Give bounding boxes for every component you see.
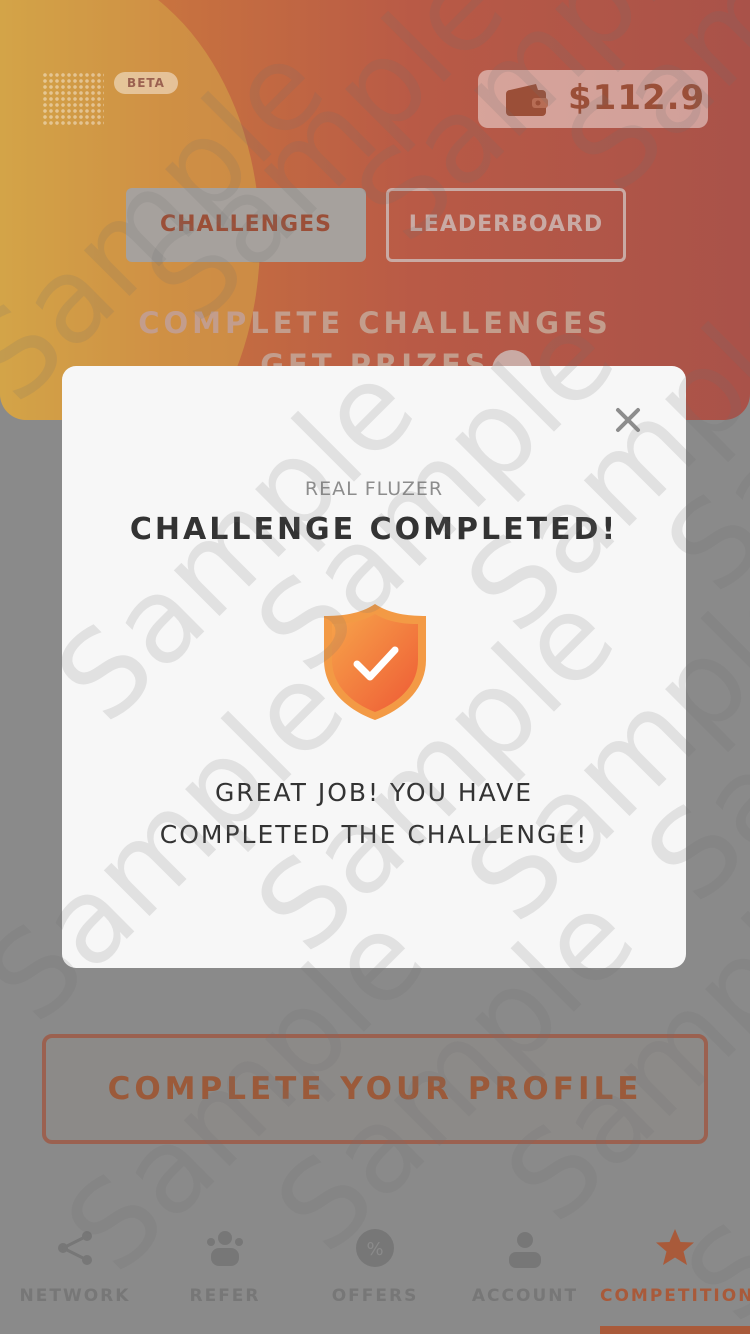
- wallet-amount: $112.9: [568, 78, 706, 118]
- refer-icon: [207, 1231, 243, 1266]
- modal-message: GREAT JOB! YOU HAVE COMPLETED THE CHALLE…: [122, 772, 626, 856]
- nav-competition[interactable]: COMPETITION: [600, 1194, 750, 1334]
- tab-leaderboard[interactable]: LEADERBOARD: [386, 188, 626, 262]
- challenge-completed-modal: REAL FLUZER CHALLENGE COMPLETED! GREAT J…: [62, 366, 686, 968]
- close-icon[interactable]: [610, 402, 646, 438]
- modal-subtitle: REAL FLUZER: [304, 478, 444, 500]
- complete-profile-button[interactable]: COMPLETE YOUR PROFILE: [42, 1034, 708, 1144]
- nav-label: ACCOUNT: [471, 1286, 579, 1306]
- modal-message-line2: COMPLETED THE CHALLENGE!: [159, 820, 589, 849]
- nav-label: NETWORK: [19, 1286, 131, 1306]
- nav-network[interactable]: NETWORK: [0, 1194, 150, 1334]
- nav-offers[interactable]: % OFFERS: [300, 1194, 450, 1334]
- svg-text:%: %: [366, 1239, 383, 1260]
- modal-title: CHALLENGE COMPLETED!: [129, 512, 619, 547]
- wallet-icon: [506, 84, 548, 116]
- nav-label: REFER: [189, 1286, 261, 1306]
- nav-refer[interactable]: REFER: [150, 1194, 300, 1334]
- nav-account[interactable]: ACCOUNT: [450, 1194, 600, 1334]
- account-icon: [509, 1232, 541, 1268]
- hero-title: COMPLETE CHALLENGES: [138, 306, 612, 340]
- hero-header: BETA $112.9 CHALLENGES LEADERBOARD COMPL…: [0, 0, 750, 420]
- network-icon: [58, 1231, 92, 1265]
- star-icon: [656, 1229, 694, 1265]
- wallet-button[interactable]: $112.9: [478, 70, 708, 128]
- nav-label: COMPETITION: [600, 1286, 750, 1306]
- shield-check-icon: [324, 604, 426, 720]
- active-tab-indicator: [600, 1326, 750, 1334]
- beta-badge: BETA: [114, 72, 178, 94]
- bottom-nav: NETWORK REFER % OFFERS ACCOUNT COMPETITI…: [0, 1194, 750, 1334]
- modal-message-line1: GREAT JOB! YOU HAVE: [214, 778, 534, 807]
- tab-challenges[interactable]: CHALLENGES: [126, 188, 366, 262]
- app-logo: [42, 72, 104, 126]
- nav-label: OFFERS: [331, 1286, 419, 1306]
- offers-icon: %: [356, 1229, 394, 1267]
